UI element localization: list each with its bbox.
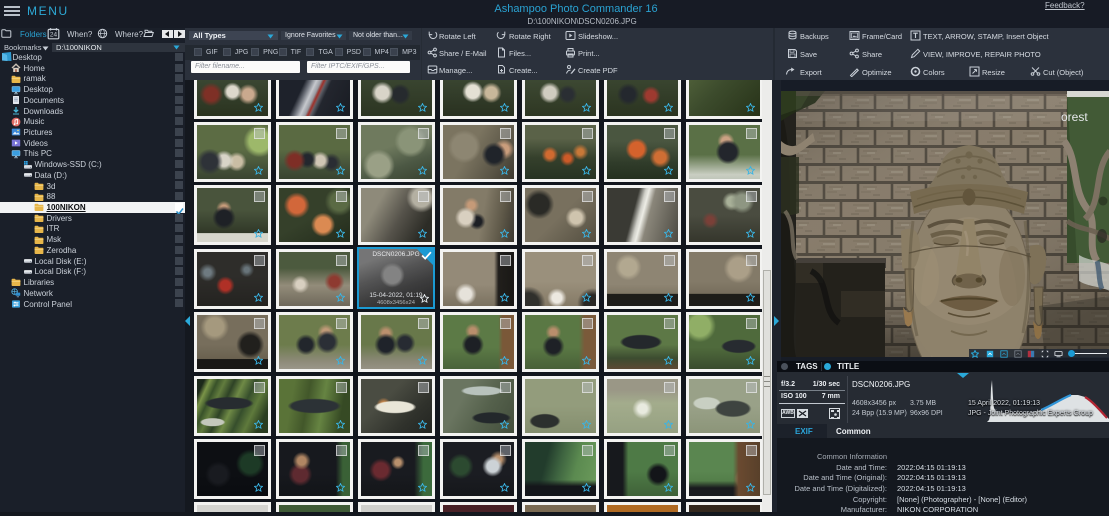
- svg-text:orest: orest: [1061, 110, 1088, 124]
